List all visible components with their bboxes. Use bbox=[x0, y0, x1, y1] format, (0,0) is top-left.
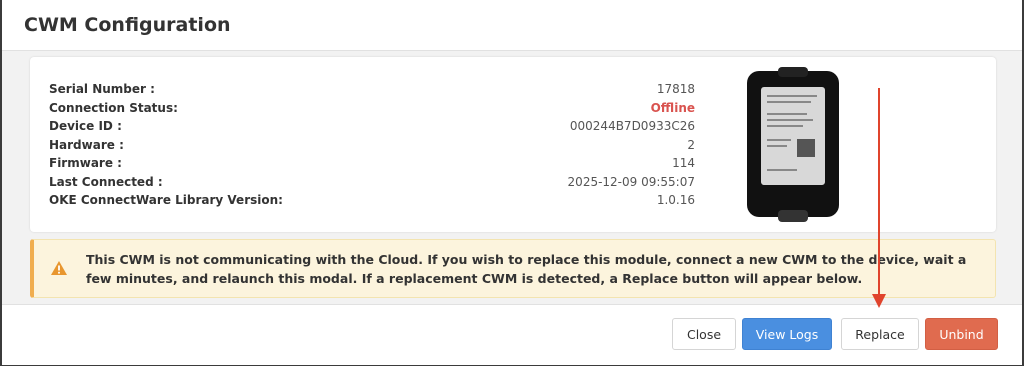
info-label: Connection Status: bbox=[49, 100, 178, 115]
cwm-configuration-modal: CWM Configuration Serial Number : 17818 … bbox=[2, 0, 1022, 365]
info-value: 000244B7D0933C26 bbox=[569, 119, 695, 134]
modal-title: CWM Configuration bbox=[24, 14, 231, 36]
device-info-card: Serial Number : 17818 Connection Status:… bbox=[30, 57, 996, 232]
modal-footer: Close View Logs Replace Unbind bbox=[2, 304, 1022, 366]
info-label: OKE ConnectWare Library Version: bbox=[49, 193, 283, 208]
info-label: Hardware : bbox=[49, 137, 124, 152]
device-label-plate bbox=[761, 87, 825, 185]
connection-status-row: Connection Status: Offline bbox=[49, 99, 695, 118]
device-info-table: Serial Number : 17818 Connection Status:… bbox=[49, 80, 695, 210]
warning-icon bbox=[50, 260, 68, 280]
library-version-row: OKE ConnectWare Library Version: 1.0.16 bbox=[49, 191, 695, 210]
warning-alert: This CWM is not communicating with the C… bbox=[30, 239, 996, 298]
hardware-row: Hardware : 2 bbox=[49, 136, 695, 155]
replace-button[interactable]: Replace bbox=[841, 318, 919, 350]
device-id-row: Device ID : 000244B7D0933C26 bbox=[49, 117, 695, 136]
connection-status-value: Offline bbox=[650, 100, 695, 115]
info-value: 2 bbox=[687, 137, 695, 152]
info-label: Device ID : bbox=[49, 119, 122, 134]
warning-message: This CWM is not communicating with the C… bbox=[86, 252, 967, 286]
modal-body: Serial Number : 17818 Connection Status:… bbox=[2, 51, 1022, 304]
info-value: 17818 bbox=[656, 82, 695, 97]
cwm-device-image bbox=[747, 67, 839, 222]
info-value: 114 bbox=[672, 156, 695, 171]
device-clip-top bbox=[778, 67, 808, 77]
modal-header: CWM Configuration bbox=[2, 0, 1022, 51]
close-button[interactable]: Close bbox=[672, 318, 736, 350]
unbind-button[interactable]: Unbind bbox=[925, 318, 998, 350]
info-label: Last Connected : bbox=[49, 174, 163, 189]
info-label: Serial Number : bbox=[49, 82, 155, 97]
serial-number-row: Serial Number : 17818 bbox=[49, 80, 695, 99]
device-clip-bottom bbox=[778, 210, 808, 222]
info-value: 2025-12-09 09:55:07 bbox=[567, 174, 695, 189]
info-value: 1.0.16 bbox=[656, 193, 695, 208]
firmware-row: Firmware : 114 bbox=[49, 154, 695, 173]
view-logs-button[interactable]: View Logs bbox=[742, 318, 832, 350]
last-connected-row: Last Connected : 2025-12-09 09:55:07 bbox=[49, 173, 695, 192]
info-label: Firmware : bbox=[49, 156, 122, 171]
